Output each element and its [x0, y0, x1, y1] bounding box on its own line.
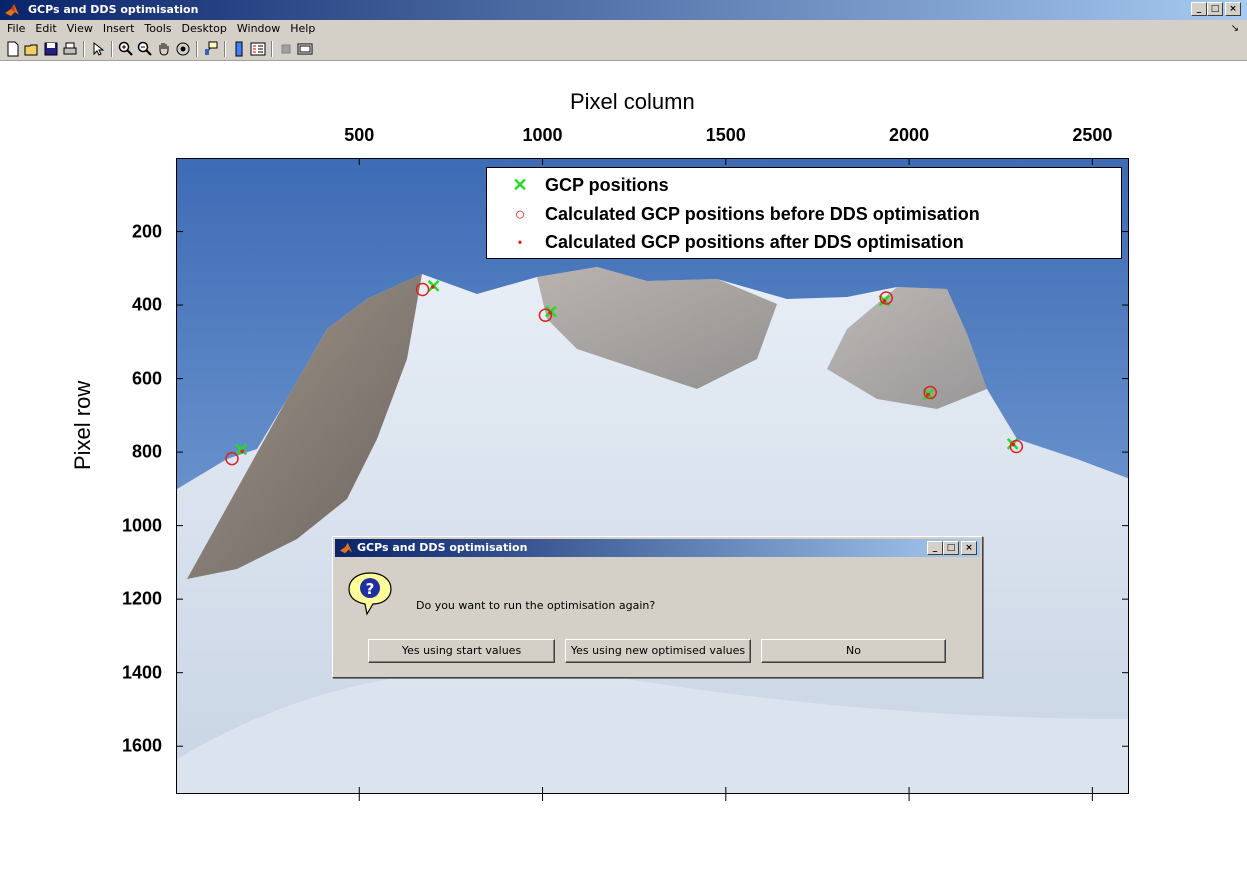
dialog-message: Do you want to run the optimisation agai…: [416, 599, 656, 612]
legend-entry-after: • Calculated GCP positions after DDS opt…: [507, 229, 964, 255]
y-tick-label: 200: [131, 221, 162, 242]
zoom-in-icon[interactable]: [117, 40, 135, 58]
window-controls: _ □ ×: [1191, 2, 1241, 16]
data-cursor-icon[interactable]: [202, 40, 220, 58]
hide-plot-tools-icon[interactable]: [277, 40, 295, 58]
red-dot-marker-icon: •: [517, 235, 523, 249]
zoom-out-icon[interactable]: [136, 40, 154, 58]
yes-new-optimised-values-button[interactable]: Yes using new optimised values: [565, 639, 751, 663]
after-optimisation-marker: [926, 392, 930, 397]
minimize-button[interactable]: _: [1191, 2, 1207, 16]
y-tick-label: 1200: [121, 588, 162, 609]
after-optimisation-marker: [1011, 442, 1016, 447]
dialog-titlebar[interactable]: GCPs and DDS optimisation _ □ ×: [335, 539, 980, 557]
maximize-button[interactable]: □: [1207, 2, 1223, 16]
y-tick-label: 600: [131, 368, 162, 389]
y-tick-label: 400: [131, 294, 162, 315]
x-tick-label: 500: [344, 125, 375, 145]
matlab-logo-icon: [339, 542, 353, 554]
question-dialog: GCPs and DDS optimisation _ □ × ? Do you…: [332, 536, 983, 678]
after-optimisation-marker: [240, 449, 245, 454]
y-tick-label: 800: [131, 441, 162, 462]
dock-figure-arrow-icon[interactable]: ↘: [1231, 23, 1239, 34]
y-tick-label: 1000: [121, 515, 162, 536]
menu-window[interactable]: Window: [232, 20, 285, 38]
y-tick-label: 1400: [121, 662, 162, 683]
x-axis-label: Pixel column: [570, 89, 695, 114]
menu-bar: File Edit View Insert Tools Desktop Window Help…: [0, 20, 1247, 38]
pan-hand-icon[interactable]: [155, 40, 173, 58]
question-icon: ?: [348, 572, 392, 616]
window-titlebar[interactable]: GCPs and DDS optimisation _ □ ×: [0, 0, 1247, 20]
insert-colorbar-icon[interactable]: [230, 40, 248, 58]
x-tick-label: 1500: [705, 125, 746, 145]
menu-view[interactable]: View: [62, 20, 98, 38]
legend-label: Calculated GCP positions after DDS optim…: [545, 231, 964, 252]
dialog-title: GCPs and DDS optimisation: [357, 541, 528, 554]
y-tick-label: 1600: [121, 735, 162, 756]
dialog-minimize-button[interactable]: _: [927, 541, 943, 555]
edit-plot-icon[interactable]: [89, 40, 107, 58]
menu-tools[interactable]: Tools: [139, 20, 176, 38]
dialog-close-button[interactable]: ×: [961, 541, 977, 555]
open-file-icon[interactable]: [23, 40, 41, 58]
no-button[interactable]: No: [761, 639, 946, 663]
print-icon[interactable]: [61, 40, 79, 58]
y-axis-label: Pixel row: [70, 380, 95, 470]
after-optimisation-marker: [882, 299, 887, 303]
yes-start-values-button[interactable]: Yes using start values: [368, 639, 555, 663]
dialog-window-controls: _ □ ×: [927, 541, 977, 555]
window-title: GCPs and DDS optimisation: [28, 3, 199, 16]
after-optimisation-marker: [548, 310, 552, 315]
legend-entry-gcp: ✕ GCP positions: [507, 172, 669, 198]
menu-help[interactable]: Help: [285, 20, 320, 38]
close-button[interactable]: ×: [1225, 2, 1241, 16]
show-plot-tools-icon[interactable]: [296, 40, 314, 58]
save-icon[interactable]: [42, 40, 60, 58]
figure-toolbar: [0, 38, 1247, 61]
green-x-marker-icon: ✕: [512, 174, 528, 195]
x-tick-label: 2000: [889, 125, 930, 145]
legend-label: GCP positions: [545, 174, 669, 195]
x-tick-label: 1000: [522, 125, 563, 145]
menu-desktop[interactable]: Desktop: [177, 20, 232, 38]
menu-edit[interactable]: Edit: [30, 20, 61, 38]
new-figure-icon[interactable]: [4, 40, 22, 58]
svg-text:?: ?: [366, 580, 375, 598]
rotate-3d-icon[interactable]: [174, 40, 192, 58]
dialog-maximize-button[interactable]: □: [943, 541, 959, 555]
insert-legend-icon[interactable]: [249, 40, 267, 58]
x-tick-label: 2500: [1072, 125, 1113, 145]
red-circle-marker-icon: ○: [514, 203, 526, 224]
after-optimisation-marker: [431, 285, 435, 289]
menu-file[interactable]: File: [2, 20, 30, 38]
plot-legend[interactable]: ✕ GCP positions ○ Calculated GCP positio…: [486, 167, 1122, 259]
matlab-logo-icon: [5, 4, 19, 16]
legend-entry-before: ○ Calculated GCP positions before DDS op…: [507, 201, 980, 227]
menu-insert[interactable]: Insert: [98, 20, 140, 38]
legend-label: Calculated GCP positions before DDS opti…: [545, 203, 980, 224]
